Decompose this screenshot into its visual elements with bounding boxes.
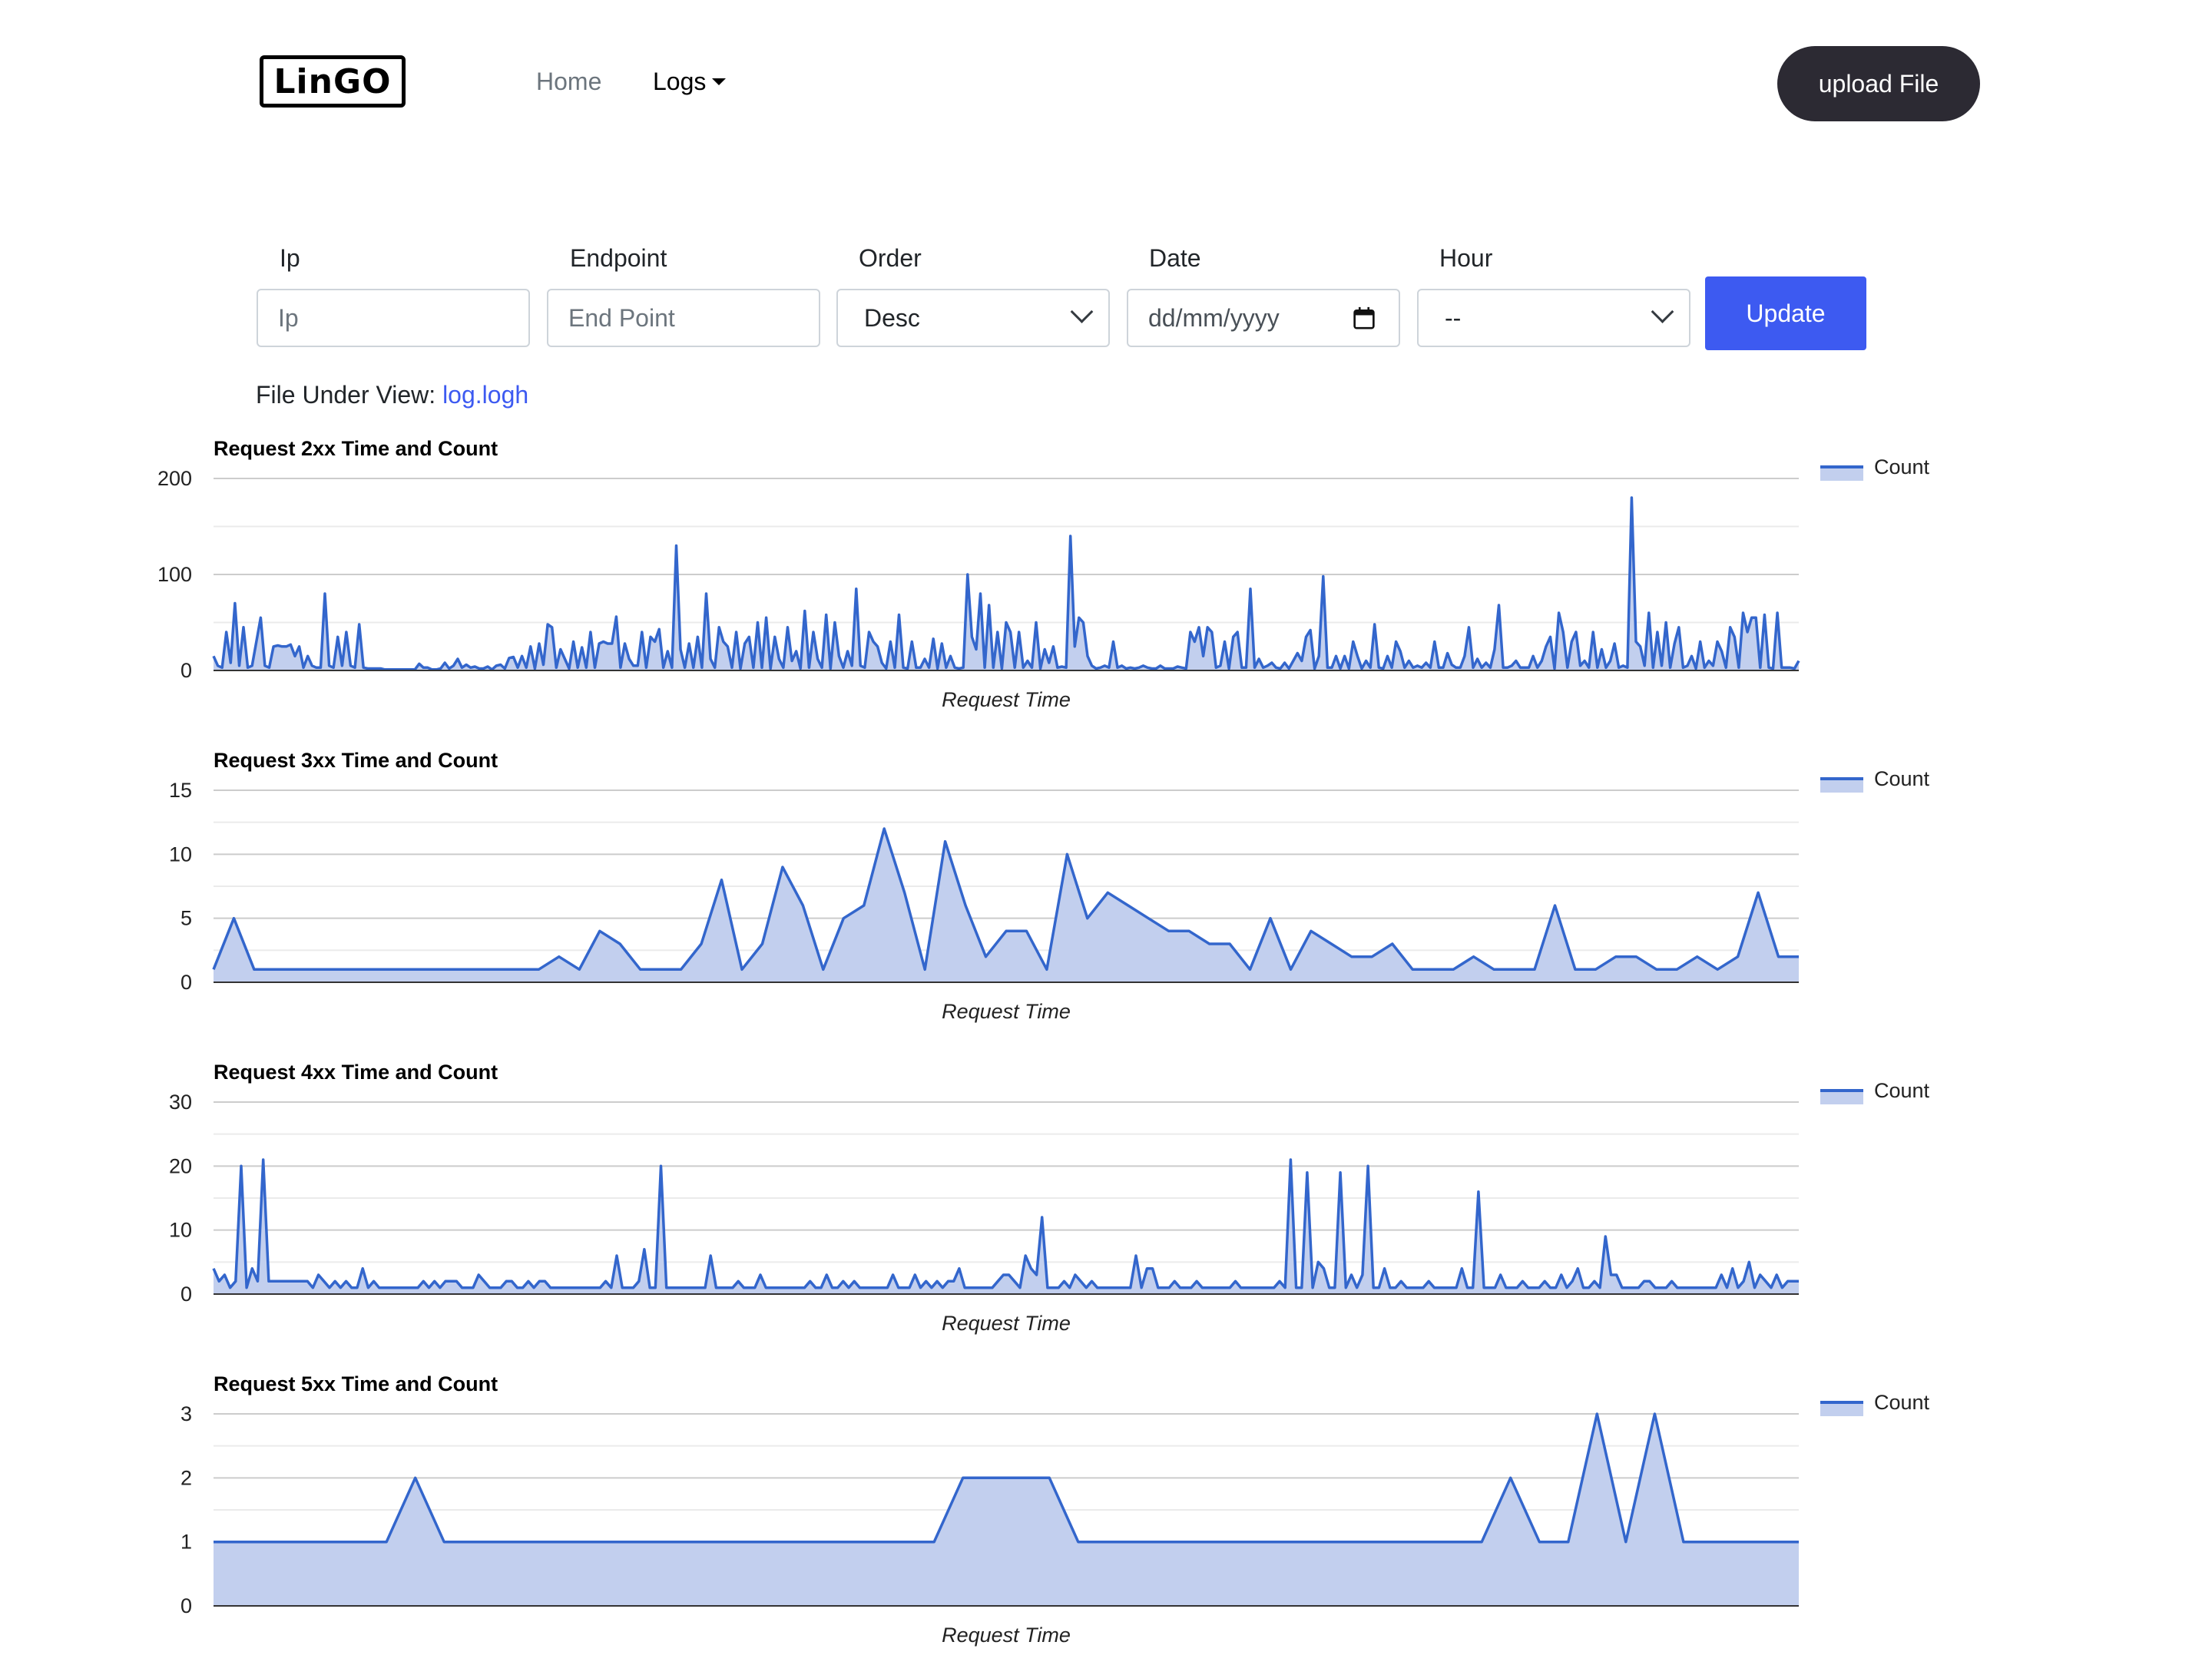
chart-title: Request 4xx Time and Count	[214, 1061, 498, 1084]
chart-title: Request 3xx Time and Count	[214, 749, 498, 772]
file-link[interactable]: log.logh	[442, 381, 528, 409]
legend-swatch	[1820, 467, 1863, 481]
series-line	[212, 1158, 1799, 1289]
nav-logs-dropdown[interactable]: Logs	[653, 68, 727, 96]
endpoint-label: Endpoint	[570, 244, 667, 272]
chart-4xx: Request 4xx Time and Count 0 10 20 30 Count Re…	[0, 1052, 2212, 1363]
hour-select[interactable]: --	[1417, 289, 1690, 347]
y-tick-label: 0	[180, 1283, 192, 1306]
file-under-view: File Under View: log.logh	[256, 381, 528, 409]
y-tick-label: 200	[157, 467, 192, 490]
chart-3xx-svg: Request 3xx Time and Count 0 5 10 15 Count Req…	[169, 749, 1930, 1023]
logo-text: LinGO	[273, 61, 392, 101]
chevron-down-icon	[1651, 300, 1674, 323]
date-input[interactable]: dd/mm/yyyy	[1127, 289, 1400, 347]
chart-2xx: Request 2xx Time and Count 0 100 200 Count Re…	[0, 429, 2212, 740]
y-tick-label: 1	[180, 1531, 192, 1554]
y-tick-label: 2	[180, 1466, 192, 1489]
legend-label: Count	[1874, 1079, 1930, 1102]
brand-logo[interactable]: LinGO	[260, 55, 406, 108]
y-tick-label: 15	[169, 779, 192, 802]
upload-file-button[interactable]: upload File	[1777, 46, 1980, 121]
endpoint-placeholder: End Point	[568, 303, 675, 332]
legend-label: Count	[1874, 767, 1930, 790]
legend-swatch	[1820, 779, 1863, 793]
chart-4xx-svg: Request 4xx Time and Count 0 10 20 30 Count Re…	[169, 1061, 1930, 1335]
y-tick-label: 20	[169, 1154, 192, 1177]
y-tick-label: 0	[180, 659, 192, 682]
nav-home-link[interactable]: Home	[536, 68, 601, 96]
hour-value: --	[1445, 303, 1462, 332]
date-placeholder: dd/mm/yyyy	[1148, 303, 1280, 332]
legend-label: Count	[1874, 455, 1930, 478]
series-area	[214, 829, 1799, 982]
series-area	[214, 498, 1799, 670]
date-label: Date	[1149, 244, 1201, 272]
ip-input[interactable]: Ip	[257, 289, 530, 347]
hour-label: Hour	[1439, 244, 1493, 272]
chart-title: Request 5xx Time and Count	[214, 1372, 498, 1395]
ip-placeholder: Ip	[278, 303, 299, 332]
caret-down-icon	[712, 78, 727, 85]
chevron-down-icon	[1070, 300, 1094, 323]
nav-logs-label: Logs	[653, 68, 707, 95]
legend-label: Count	[1874, 1391, 1930, 1414]
y-tick-label: 3	[180, 1402, 192, 1425]
y-tick-label: 5	[180, 907, 192, 930]
calendar-icon[interactable]	[1353, 306, 1376, 329]
chart-3xx: Request 3xx Time and Count 0 5 10 15 Count Req…	[0, 740, 2212, 1051]
y-tick-label: 10	[169, 1219, 192, 1242]
order-select[interactable]: Desc	[836, 289, 1110, 347]
file-under-view-label: File Under View:	[256, 381, 436, 409]
y-tick-label: 10	[169, 842, 192, 866]
chart-title: Request 2xx Time and Count	[214, 437, 498, 460]
y-tick-label: 0	[180, 971, 192, 994]
order-label: Order	[859, 244, 922, 272]
chart-5xx: Request 5xx Time and Count 0 1 2 3 Count Reque…	[0, 1364, 2212, 1675]
chart-2xx-svg: Request 2xx Time and Count 0 100 200 Count Re…	[157, 437, 1930, 711]
legend-swatch	[1820, 1402, 1863, 1416]
x-axis-label: Request Time	[942, 688, 1071, 711]
update-button[interactable]: Update	[1705, 276, 1866, 350]
y-tick-label: 0	[180, 1594, 192, 1617]
order-value: Desc	[864, 303, 920, 332]
y-tick-label: 100	[157, 563, 192, 586]
x-axis-label: Request Time	[942, 1312, 1071, 1335]
y-tick-label: 30	[169, 1091, 192, 1114]
x-axis-label: Request Time	[942, 1000, 1071, 1023]
chart-5xx-svg: Request 5xx Time and Count0123 CountReque…	[180, 1372, 1930, 1647]
ip-label: Ip	[280, 244, 300, 272]
legend-swatch	[1820, 1091, 1863, 1104]
endpoint-input[interactable]: End Point	[547, 289, 820, 347]
